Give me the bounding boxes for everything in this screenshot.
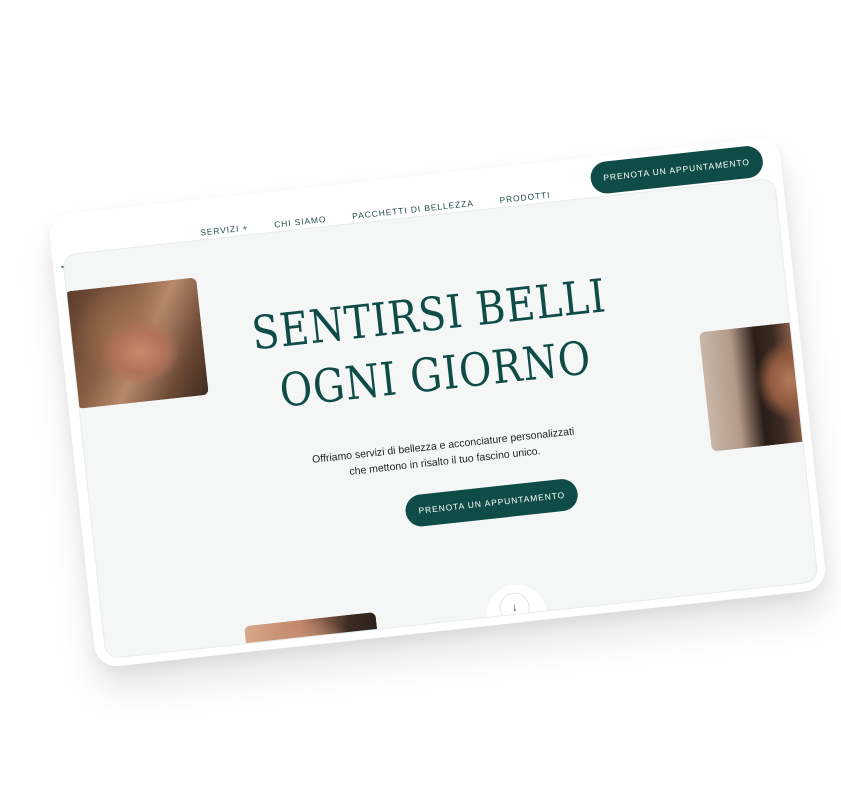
stage: SERVIZI + CHI SIAMO PACCHETTI DI BELLEZZ… — [0, 0, 841, 790]
hero-title: SENTIRSI BELLI OGNI GIORNO — [120, 251, 744, 437]
book-appointment-button-hero[interactable]: PRENOTA UN APPUNTAMENTO — [403, 477, 580, 528]
arrow-down-icon: ↓ — [511, 601, 518, 614]
hero-photo-closeup — [244, 611, 382, 660]
hero-section: SENTIRSI BELLI OGNI GIORNO Offriamo serv… — [61, 177, 819, 660]
device-frame: SERVIZI + CHI SIAMO PACCHETTI DI BELLEZZ… — [47, 136, 828, 669]
